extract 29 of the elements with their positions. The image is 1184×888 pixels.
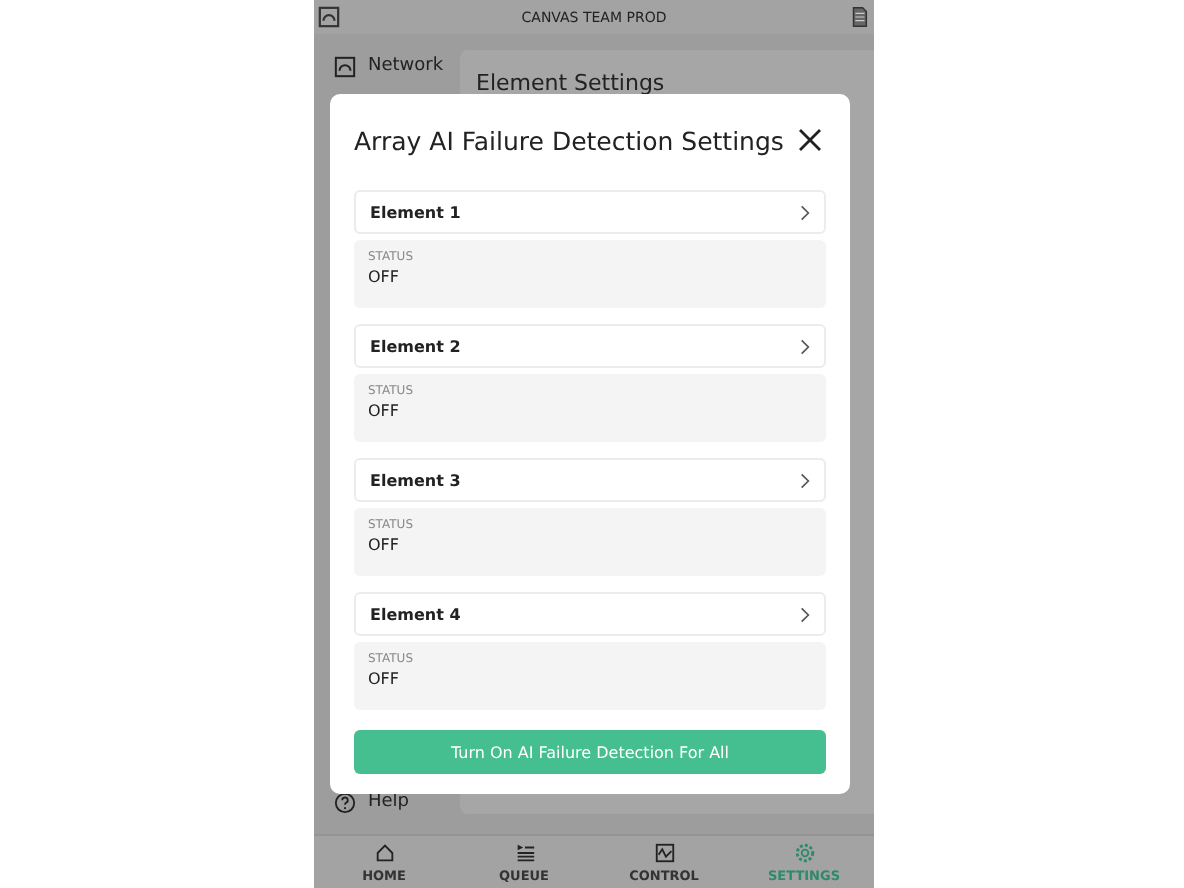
element-row[interactable]: Element 2 xyxy=(354,324,826,368)
element-name: Element 2 xyxy=(370,337,461,355)
home-icon xyxy=(373,841,395,863)
queue-icon xyxy=(513,841,535,863)
element-name: Element 4 xyxy=(370,605,461,623)
element-name: Element 3 xyxy=(370,471,461,489)
network-icon[interactable] xyxy=(318,6,340,28)
element-row[interactable]: Element 4 xyxy=(354,592,826,636)
element-name: Element 1 xyxy=(370,203,461,221)
status-value: OFF xyxy=(368,268,399,286)
element-row[interactable]: Element 1 xyxy=(354,190,826,234)
network-icon xyxy=(334,55,356,77)
status-value: OFF xyxy=(368,536,399,554)
chevron-icon xyxy=(800,471,810,489)
element-row[interactable]: Element 3 xyxy=(354,458,826,502)
section-heading: Element Settings xyxy=(476,70,665,96)
modal-title: Array AI Failure Detection Settings xyxy=(354,125,784,155)
chart-icon xyxy=(653,841,675,863)
status-value: OFF xyxy=(368,402,399,420)
help-icon xyxy=(334,791,356,813)
chevron-icon xyxy=(800,203,810,221)
document-icon[interactable] xyxy=(847,6,870,28)
sidebar-item[interactable]: Help xyxy=(368,792,410,812)
status-value: OFF xyxy=(368,670,399,688)
sidebar-item[interactable]: Network xyxy=(368,56,444,76)
settings-icon xyxy=(793,841,815,863)
close-button[interactable] xyxy=(794,124,826,156)
chevron-icon xyxy=(800,605,810,623)
chevron-icon xyxy=(800,337,810,355)
